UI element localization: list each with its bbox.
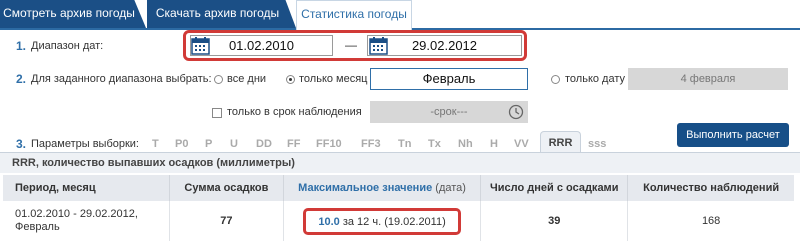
- cell-sum: 77: [169, 201, 284, 241]
- col-days: Число дней с осадками: [480, 175, 629, 201]
- radio-all-days[interactable]: [214, 75, 223, 84]
- param-tab-P0[interactable]: P0: [175, 138, 188, 150]
- cell-count: 168: [701, 215, 721, 227]
- radio-all-days-label[interactable]: все дни: [227, 73, 266, 85]
- select-range-label: Для заданного диапазона выбрать:: [31, 73, 212, 85]
- observation-time-select[interactable]: -срок---: [370, 101, 528, 123]
- cell-period-line2: Февраль: [15, 221, 60, 233]
- col-count: Количество наблюдений: [627, 175, 794, 201]
- radio-only-month-label[interactable]: только месяц: [299, 73, 368, 85]
- param-tab-T[interactable]: T: [152, 138, 159, 150]
- parameter-subheader-text: RRR, количество выпавших осадков (миллим…: [12, 157, 295, 169]
- step-number-3: 3.: [16, 137, 27, 151]
- max-value-detail: за 12 ч. (19.02.2011): [342, 215, 446, 228]
- observation-time-placeholder: -срок---: [430, 106, 468, 118]
- param-tab-Nh[interactable]: Nh: [458, 138, 473, 150]
- date-from-input[interactable]: 01.02.2010: [190, 35, 333, 56]
- tab-weather-statistics[interactable]: Статистика погоды: [296, 0, 412, 30]
- date-to-input[interactable]: 29.02.2012: [367, 35, 522, 56]
- cell-period: 01.02.2010 - 29.02.2012, Февраль: [3, 201, 170, 241]
- tab-bar: Смотреть архив погоды Скачать архив пого…: [0, 0, 800, 30]
- col-period: Период, месяц: [3, 175, 170, 201]
- param-tab-FF10[interactable]: FF10: [316, 138, 342, 150]
- parameter-subheader: RRR, количество выпавших осадков (миллим…: [0, 152, 800, 173]
- month-select[interactable]: Февраль: [370, 68, 528, 90]
- param-tab-FF[interactable]: FF: [287, 138, 300, 150]
- step-number-2: 2.: [16, 72, 27, 86]
- radio-only-date[interactable]: [551, 75, 560, 84]
- radio-only-month[interactable]: [286, 75, 295, 84]
- radio-only-date-label[interactable]: только дату: [565, 73, 625, 85]
- calendar-icon[interactable]: [369, 36, 388, 55]
- cell-days: 39: [480, 201, 629, 241]
- table-row: 01.02.2010 - 29.02.2012, Февраль 77 10.0…: [3, 201, 794, 241]
- param-tab-U[interactable]: U: [230, 138, 238, 150]
- param-tab-Tn[interactable]: Tn: [398, 138, 411, 150]
- step-number-1: 1.: [16, 39, 27, 53]
- run-calculation-button[interactable]: Выполнить расчет: [677, 123, 789, 147]
- col-max-suffix: (дата): [435, 182, 466, 194]
- observation-time-label[interactable]: только в срок наблюдения: [227, 106, 362, 118]
- cell-period-line1: 01.02.2010 - 29.02.2012,: [15, 208, 138, 220]
- date-select[interactable]: 4 февраля: [628, 68, 788, 90]
- param-tab-sss[interactable]: sss: [588, 138, 606, 150]
- clock-icon[interactable]: [508, 104, 524, 120]
- date-range-label: Диапазон дат:: [31, 40, 104, 52]
- param-tab-P[interactable]: P: [205, 138, 212, 150]
- col-max-link[interactable]: Максимальное значение: [298, 182, 432, 194]
- table-header-row: Период, месяц Сумма осадков Максимальное…: [3, 175, 794, 201]
- param-tab-DD[interactable]: DD: [256, 138, 272, 150]
- param-tab-FF3[interactable]: FF3: [361, 138, 381, 150]
- col-sum: Сумма осадков: [169, 175, 284, 201]
- param-tab-RRR[interactable]: RRR: [540, 131, 581, 152]
- observation-time-checkbox[interactable]: [212, 108, 222, 118]
- results-table: Период, месяц Сумма осадков Максимальное…: [3, 175, 794, 241]
- tab-view-archive[interactable]: Смотреть архив погоды: [0, 0, 146, 28]
- col-max[interactable]: Максимальное значение (дата): [283, 175, 482, 201]
- max-value-highlight: 10.0 за 12 ч. (19.02.2011): [303, 207, 461, 235]
- max-value-link[interactable]: 10.0: [318, 216, 339, 228]
- parameters-label: Параметры выборки:: [31, 138, 139, 150]
- tab-download-archive[interactable]: Скачать архив погоды: [146, 0, 296, 28]
- param-tab-H[interactable]: H: [490, 138, 498, 150]
- date-range-separator: —: [345, 38, 357, 52]
- calendar-icon[interactable]: [191, 36, 210, 55]
- param-tab-Tx[interactable]: Tx: [428, 138, 441, 150]
- param-tab-VV[interactable]: VV: [514, 138, 529, 150]
- cell-max: 10.0 за 12 ч. (19.02.2011): [283, 201, 482, 241]
